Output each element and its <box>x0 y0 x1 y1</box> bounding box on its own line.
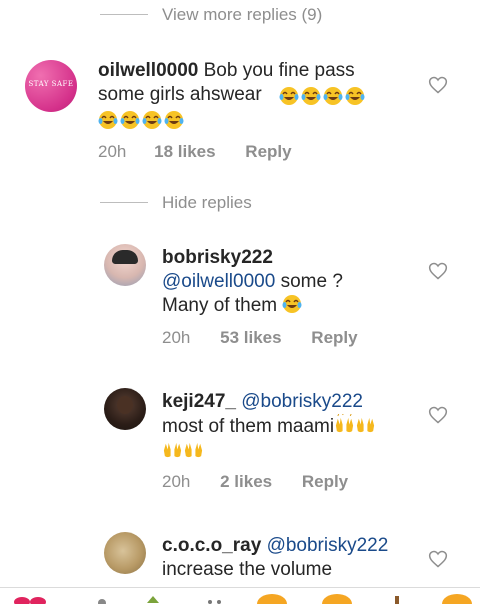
avatar-keji247[interactable] <box>104 388 146 430</box>
likes-count[interactable]: 2 likes <box>220 472 272 491</box>
avatar-label: STAY SAFE <box>28 80 74 88</box>
mention-link[interactable]: @bobrisky222 <box>267 535 389 556</box>
comment-keji247: keji247_ @bobrisky222 most of them maami <box>162 390 422 464</box>
laughing-tears-emoji <box>142 111 162 129</box>
comment-text: some ? <box>280 271 343 292</box>
emoji-partial-icon[interactable] <box>255 590 289 604</box>
emoji-row-2 <box>98 110 186 132</box>
likes-count[interactable]: 53 likes <box>220 328 281 347</box>
reply-button[interactable]: Reply <box>311 328 357 347</box>
emoji-partial-icon[interactable] <box>320 590 354 604</box>
username-oilwell0000[interactable]: oilwell0000 <box>98 60 198 81</box>
raised-hands-emoji <box>163 442 182 458</box>
comment-time: 20h <box>162 472 191 491</box>
quick-emoji-bar <box>0 587 480 604</box>
comment-bobrisky222: bobrisky222 @oilwell0000 some ? Many of … <box>162 246 412 318</box>
comment-time: 20h <box>98 142 127 161</box>
laughing-tears-emoji <box>120 111 140 129</box>
laughing-tears-emoji <box>164 111 184 129</box>
avatar-coco-ray[interactable] <box>104 532 146 574</box>
emoji-partial-icon[interactable] <box>385 592 409 604</box>
username-bobrisky222[interactable]: bobrisky222 <box>162 246 412 270</box>
comment-meta-2: 20h 53 likes Reply <box>162 328 358 348</box>
laughing-tears-emoji <box>323 87 343 105</box>
likes-count[interactable]: 18 likes <box>154 142 215 161</box>
emoji-partial-icon[interactable] <box>440 590 474 604</box>
heart-outline-icon[interactable] <box>428 261 448 281</box>
heart-outline-icon[interactable] <box>428 405 448 425</box>
avatar-hair <box>112 250 138 264</box>
avatar-bobrisky222[interactable] <box>104 244 146 286</box>
comment-coco-ray: c.o.c.o_ray @bobrisky222 increase the vo… <box>162 534 422 582</box>
reply-button[interactable]: Reply <box>245 142 291 161</box>
laughing-tears-emoji <box>345 87 365 105</box>
raised-hands-emoji <box>357 417 375 433</box>
thread-divider <box>100 202 148 203</box>
raised-hands-emoji <box>336 414 354 433</box>
comment-text: Many of them <box>162 295 278 316</box>
comment-meta-3: 20h 2 likes Reply <box>162 472 348 492</box>
avatar-oilwell0000[interactable]: STAY SAFE <box>25 60 77 112</box>
mention-link[interactable]: @oilwell0000 <box>162 271 275 292</box>
view-more-replies-button[interactable]: View more replies (9) <box>162 5 322 25</box>
username-coco-ray[interactable]: c.o.c.o_ray <box>162 535 261 556</box>
raised-hands-emoji <box>184 442 203 458</box>
heart-outline-icon[interactable] <box>428 75 448 95</box>
laughing-tears-emoji <box>98 111 118 129</box>
laughing-tears-emoji <box>301 87 321 105</box>
laughing-tears-emoji <box>282 295 302 313</box>
laughing-tears-emoji <box>279 87 299 105</box>
hide-replies-button[interactable]: Hide replies <box>162 193 252 213</box>
mention-link[interactable]: @bobrisky222 <box>241 391 363 412</box>
heart-outline-icon[interactable] <box>428 549 448 569</box>
comment-text: most of them maami <box>162 416 335 437</box>
avatar-head <box>117 396 133 414</box>
comment-meta-1: 20h 18 likes Reply <box>98 142 292 162</box>
comment-text: increase the volume <box>162 559 333 580</box>
reply-button[interactable]: Reply <box>302 472 348 491</box>
emoji-row-1 <box>279 86 367 108</box>
comment-time: 20h <box>162 328 191 347</box>
username-keji247[interactable]: keji247_ <box>162 391 236 412</box>
thread-divider-top <box>100 14 148 15</box>
